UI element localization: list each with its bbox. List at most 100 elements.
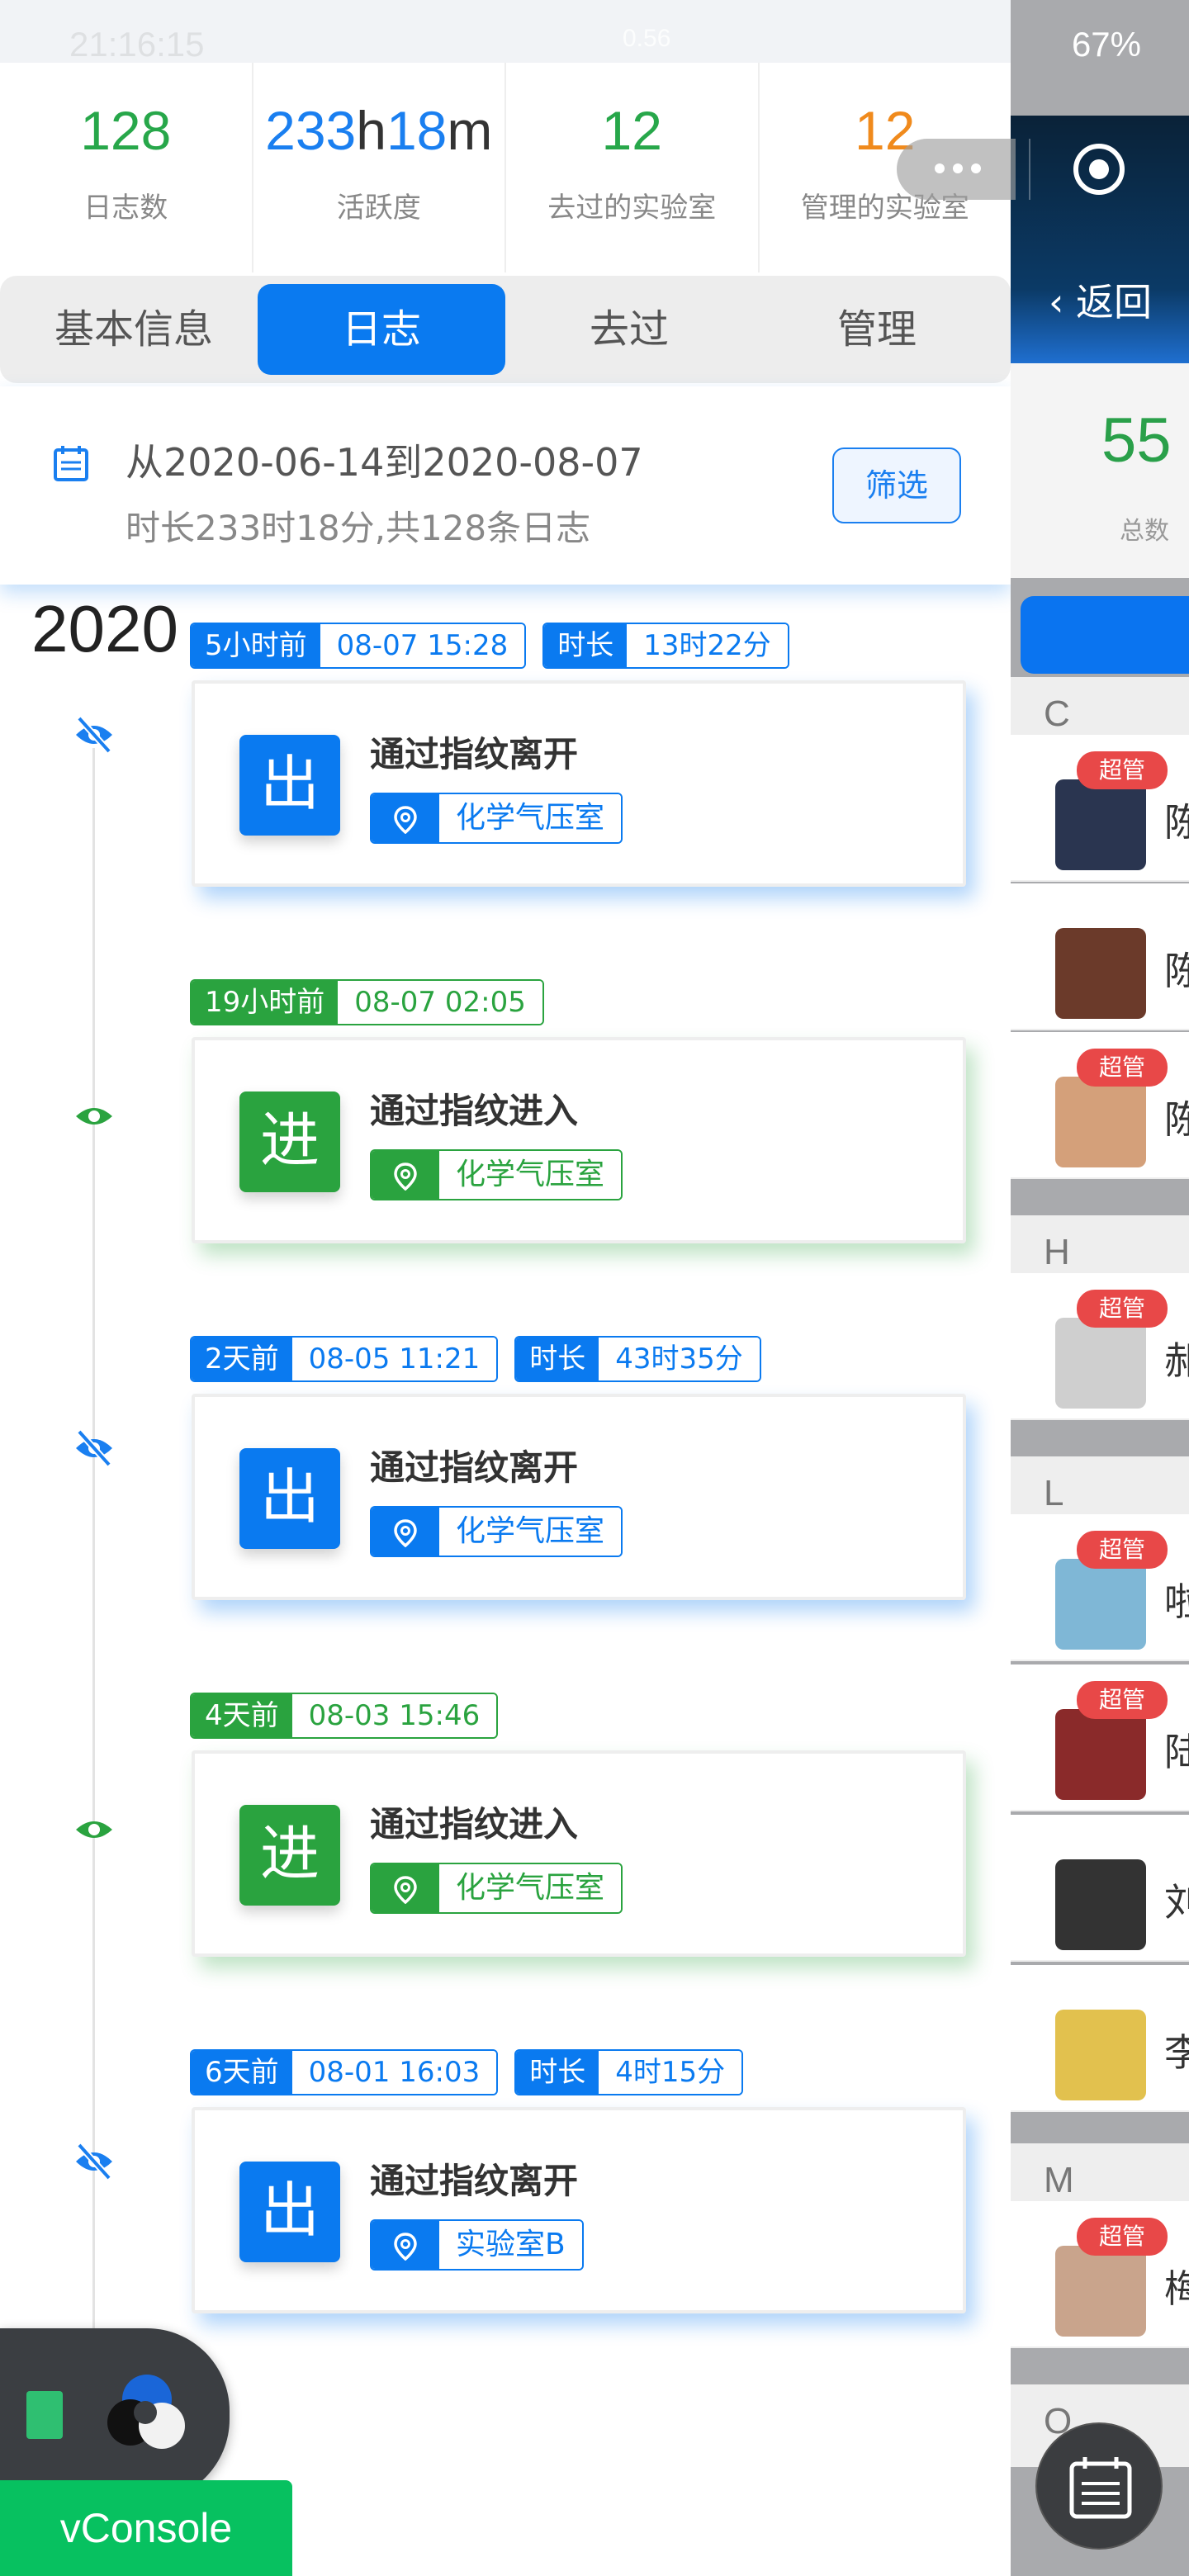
log-card[interactable]: 出通过指纹离开 化学气压室 xyxy=(192,680,966,887)
stat-value-part: 233 xyxy=(265,100,357,161)
date-filter-bar: 从2020-06-14到2020-08-07 时长233时18分,共128条日志… xyxy=(0,386,1011,585)
user-row[interactable]: 超管郝 xyxy=(1011,1273,1189,1420)
total-count-value: 55 xyxy=(1101,405,1172,476)
user-row[interactable]: 超管啦 xyxy=(1011,1514,1189,1661)
avatar xyxy=(1055,779,1146,870)
eye-off-icon xyxy=(73,713,116,756)
admin-badge: 超管 xyxy=(1077,1290,1168,1328)
document-icon[interactable] xyxy=(26,2391,63,2439)
admin-badge: 超管 xyxy=(1077,751,1168,789)
user-name: 刘 xyxy=(1164,1880,1189,1925)
log-card[interactable]: 出通过指纹离开 化学气压室 xyxy=(192,1394,966,1600)
tab-2[interactable]: 去过 xyxy=(505,284,753,375)
time-ago: 5小时前 xyxy=(192,624,320,667)
user-row[interactable]: 刘 xyxy=(1011,1815,1189,1962)
stat-value-part: 12 xyxy=(601,100,662,161)
time-ago: 4天前 xyxy=(192,1694,292,1737)
user-name: 陈 xyxy=(1164,949,1189,993)
time-tag: 5小时前 08-07 15:28 xyxy=(190,623,527,669)
entry-tags: 2天前 08-05 11:21 时长 43时35分 xyxy=(190,1336,761,1382)
avatar xyxy=(1055,1559,1146,1650)
eye-off-icon xyxy=(73,1427,116,1470)
log-card[interactable]: 进通过指纹进入 化学气压室 xyxy=(192,1037,966,1243)
location-name: 化学气压室 xyxy=(439,1508,622,1556)
total-count-label: 总数 xyxy=(1120,517,1169,546)
location-tag[interactable]: 化学气压室 xyxy=(370,1863,623,1914)
location-pin-icon xyxy=(372,794,439,842)
network-speed: 0.56 xyxy=(623,25,671,52)
filter-button[interactable]: 筛选 xyxy=(832,447,961,523)
log-action: 通过指纹进入 xyxy=(370,1804,579,1844)
chevron-left-icon: ‹ xyxy=(1049,280,1064,324)
user-name: 啦 xyxy=(1164,1579,1189,1624)
log-action: 通过指纹进入 xyxy=(370,1091,579,1131)
user-row[interactable]: 超管陆 xyxy=(1011,1664,1189,1811)
timeline-entry: 4天前 08-03 15:46 进通过指纹进入 化学气压室 xyxy=(0,1693,1011,2039)
app-logo-icon[interactable] xyxy=(97,2361,197,2460)
avatar xyxy=(1055,1318,1146,1409)
timestamp: 08-05 11:21 xyxy=(291,1338,497,1380)
tab-3[interactable]: 管理 xyxy=(753,284,1001,375)
user-row[interactable]: 李 xyxy=(1011,1965,1189,2112)
timestamp: 08-01 16:03 xyxy=(291,2051,497,2094)
user-name: 陆 xyxy=(1164,1730,1189,1774)
duration-value: 13时22分 xyxy=(627,624,788,667)
user-name: 郝 xyxy=(1164,1338,1189,1383)
more-menu-button[interactable] xyxy=(897,139,1016,200)
timeline-entry: 2天前 08-05 11:21 时长 43时35分出通过指纹离开 化学气压室 xyxy=(0,1336,1011,1683)
tab-0[interactable]: 基本信息 xyxy=(10,284,258,375)
log-action: 通过指纹离开 xyxy=(370,1447,579,1488)
duration-tag: 时长 4时15分 xyxy=(514,2049,744,2095)
avatar xyxy=(1055,1859,1146,1950)
background-tab-bar[interactable] xyxy=(1021,596,1189,674)
location-tag[interactable]: 实验室B xyxy=(370,2219,584,2271)
calendar-icon xyxy=(54,446,88,481)
admin-badge: 超管 xyxy=(1077,1531,1168,1569)
stat-label: 活跃度 xyxy=(336,192,421,225)
duration-value: 4时15分 xyxy=(599,2051,742,2094)
location-pin-icon xyxy=(372,2221,439,2269)
location-tag[interactable]: 化学气压室 xyxy=(370,1149,623,1200)
eye-icon xyxy=(73,1095,116,1138)
user-row[interactable]: 超管陈 xyxy=(1011,1032,1189,1179)
location-pin-icon xyxy=(372,1508,439,1556)
time-ago: 6天前 xyxy=(192,2051,292,2094)
log-card[interactable]: 进通过指纹进入 化学气压室 xyxy=(192,1750,966,1957)
close-capsule-button[interactable] xyxy=(1029,139,1164,200)
status-time: 21:16:15 xyxy=(69,25,205,64)
time-ago: 2天前 xyxy=(192,1338,292,1380)
location-tag[interactable]: 化学气压室 xyxy=(370,793,623,844)
tab-1[interactable]: 日志 xyxy=(258,284,505,375)
vconsole-button[interactable]: vConsole xyxy=(0,2480,292,2576)
direction-badge: 出 xyxy=(239,735,340,836)
log-card[interactable]: 出通过指纹离开 实验室B xyxy=(192,2107,966,2313)
avatar xyxy=(1055,928,1146,1019)
calendar-float-button[interactable] xyxy=(1035,2422,1163,2550)
eye-icon xyxy=(73,1808,116,1851)
timestamp: 08-07 02:05 xyxy=(338,981,542,1024)
duration-label: 时长 xyxy=(516,2051,599,2094)
log-action: 通过指纹离开 xyxy=(370,2161,579,2201)
back-label: 返回 xyxy=(1076,280,1153,324)
stat-0: 128 日志数 xyxy=(0,63,253,272)
user-row[interactable]: 超管陈 xyxy=(1011,735,1189,882)
back-button[interactable]: ‹ 返回 xyxy=(1049,272,1152,327)
entry-tags: 5小时前 08-07 15:28 时长 13时22分 xyxy=(190,623,789,669)
eye-off-icon xyxy=(73,2140,116,2183)
time-tag: 19小时前 08-07 02:05 xyxy=(190,979,544,1025)
location-pin-icon xyxy=(372,1864,439,1912)
timeline-entry: 5小时前 08-07 15:28 时长 13时22分出通过指纹离开 化学气压室 xyxy=(0,623,1011,969)
stat-label: 去过的实验室 xyxy=(547,192,717,225)
stat-value-part: h xyxy=(356,100,386,161)
stat-value-part: 128 xyxy=(80,100,172,161)
avatar xyxy=(1055,1077,1146,1167)
user-row[interactable]: 超管梅 xyxy=(1011,2201,1189,2348)
user-log-panel: 128 日志数 233h18m 活跃度 12 去过的实验室 12 管理的实验室 基本信息 日志去… xyxy=(0,63,1011,2576)
user-name: 李 xyxy=(1164,2030,1189,2075)
location-name: 化学气压室 xyxy=(439,1151,622,1199)
floating-dock[interactable] xyxy=(0,2328,230,2502)
calendar-icon xyxy=(1069,2457,1132,2519)
avatar xyxy=(1055,2246,1146,2337)
user-row[interactable]: 陈 xyxy=(1011,883,1189,1030)
location-tag[interactable]: 化学气压室 xyxy=(370,1506,623,1557)
